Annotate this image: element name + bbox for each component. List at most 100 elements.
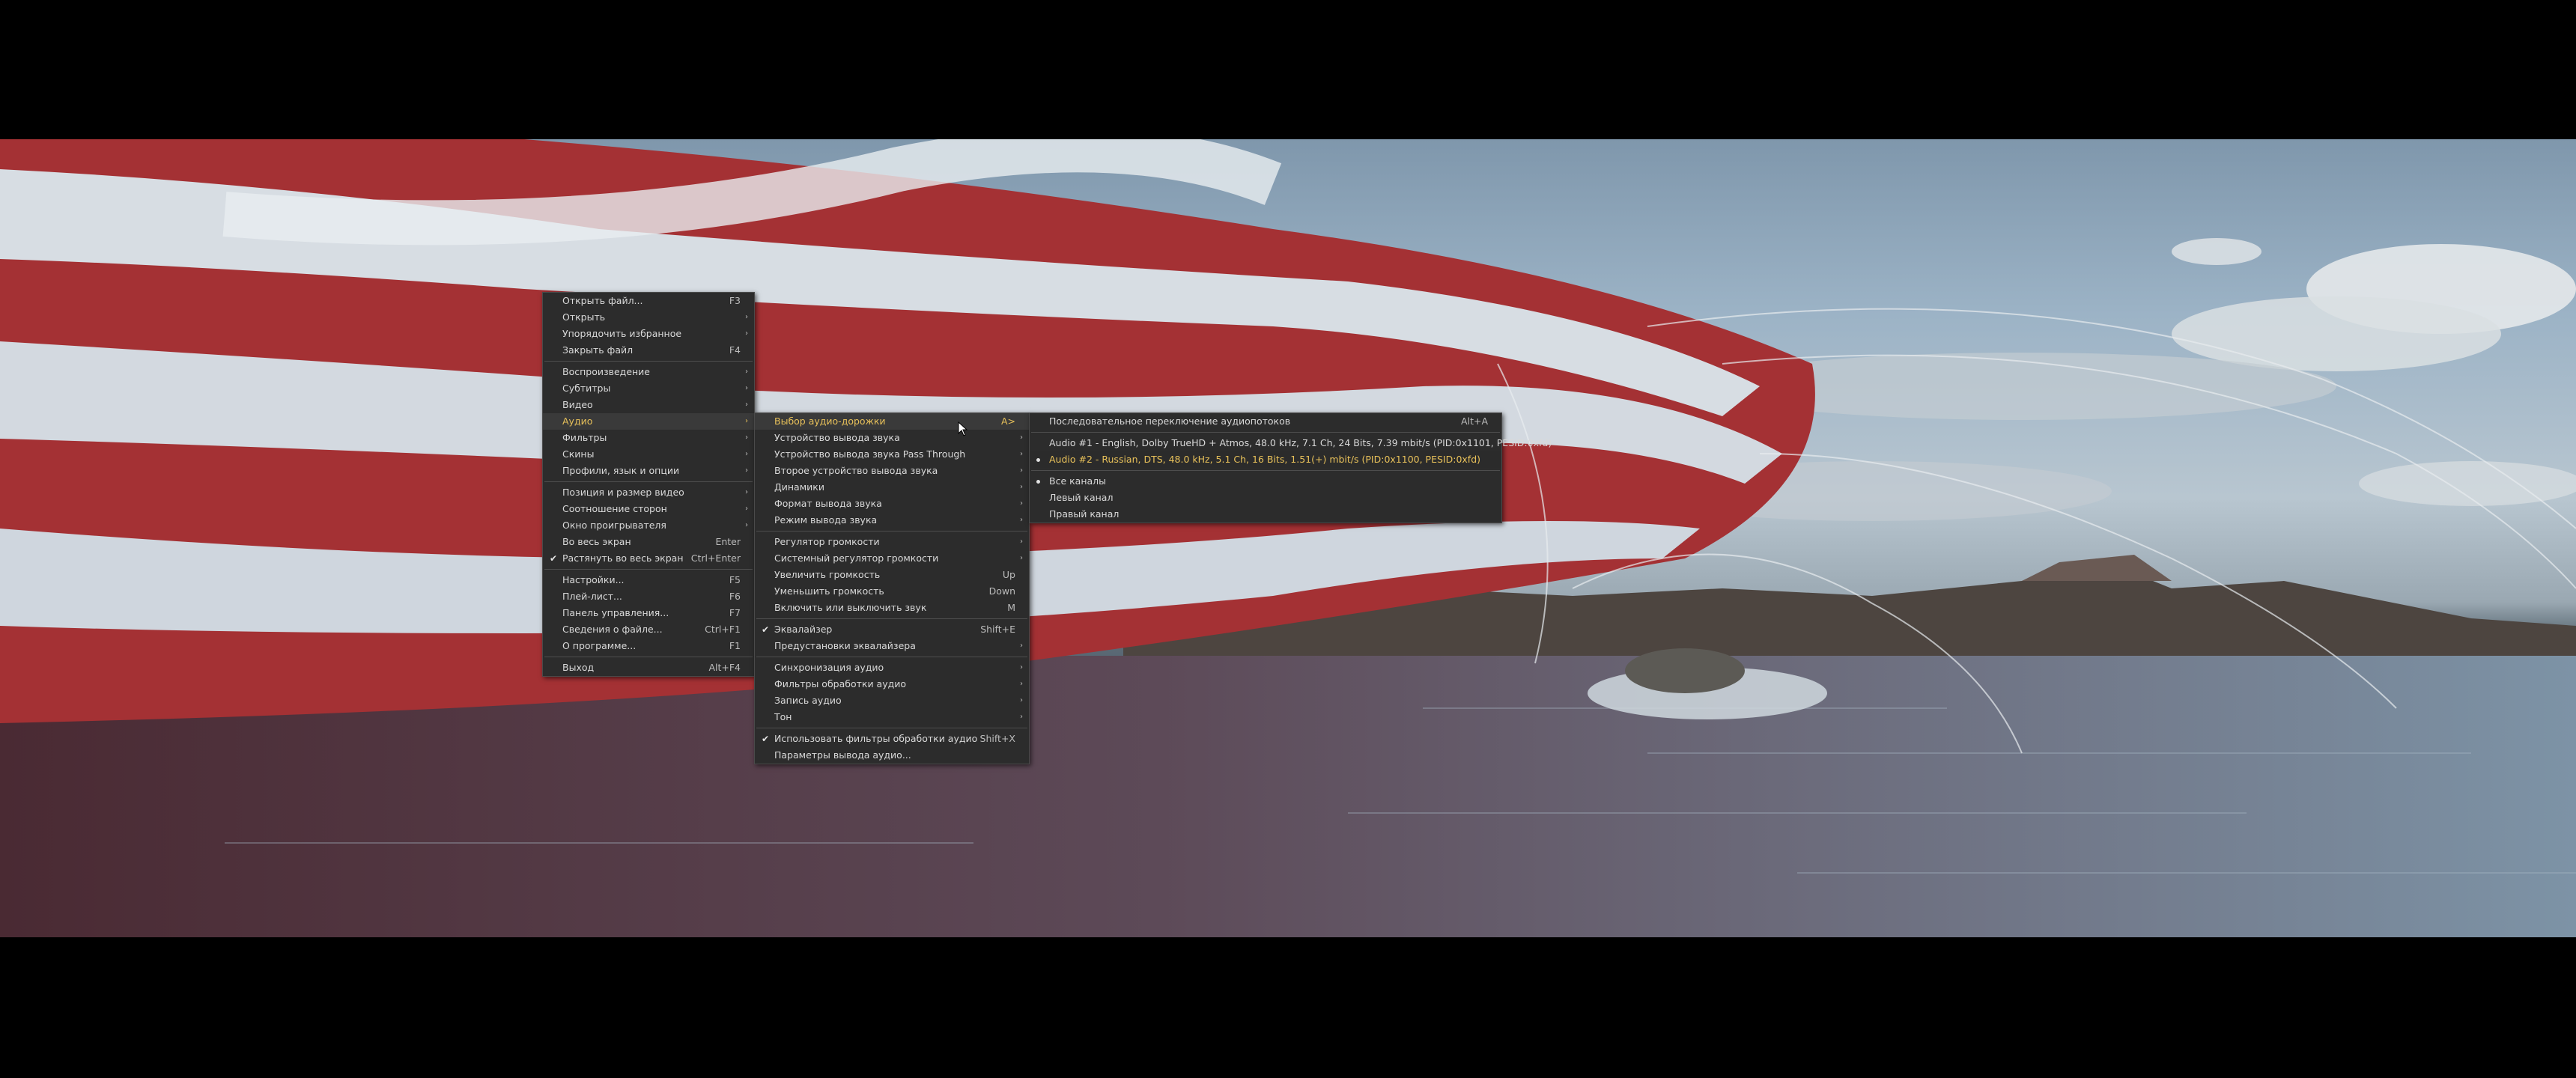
audio-menu-item[interactable]: ✔ Использовать фильтры обработки аудио Shi… (755, 731, 1029, 747)
main-menu-item-shortcut: F4 (729, 344, 741, 356)
track-menu-item[interactable]: Audio #1 - English, Dolby TrueHD + Atmos… (1030, 435, 1552, 451)
main-menu-item-label: Во весь экран (562, 536, 631, 547)
audio-menu-item[interactable]: Системный регулятор громкости › (755, 550, 1029, 567)
main-menu-item-label: О программе... (562, 640, 637, 651)
main-menu-item[interactable]: Закрыть файл F4 (543, 342, 754, 359)
main-menu-separator (544, 481, 753, 482)
audio-menu-item[interactable]: Устройство вывода звука Pass Through › (755, 446, 1029, 463)
main-menu-item[interactable]: Плей-лист... F6 (543, 588, 754, 605)
submenu-arrow-icon: › (745, 521, 748, 529)
audio-menu-item[interactable]: Увеличить громкость Up (755, 567, 1029, 583)
audio-menu-item[interactable]: Предустановки эквалайзера › (755, 638, 1029, 654)
submenu-arrow-icon: › (1020, 499, 1023, 508)
main-menu-item[interactable]: Окно проигрывателя › (543, 517, 754, 534)
audio-menu-item[interactable]: Фильтры обработки аудио › (755, 676, 1029, 692)
audio-menu-item[interactable]: Режим вывода звука › (755, 512, 1029, 529)
main-menu-item[interactable]: Настройки... F5 (543, 572, 754, 588)
main-menu-item-label: Аудио (562, 415, 593, 427)
checkmark-icon: ✔ (550, 553, 558, 564)
main-menu-item[interactable]: Аудио › (543, 413, 754, 430)
audio-menu-item[interactable]: Динамики › (755, 479, 1029, 496)
audio-menu-item-label: Регулятор громкости (774, 536, 880, 547)
main-menu-item[interactable]: Скины › (543, 446, 754, 463)
audio-menu-item[interactable]: Формат вывода звука › (755, 496, 1029, 512)
main-menu-item-shortcut: Ctrl+Enter (690, 552, 741, 564)
main-menu-item[interactable]: Открыть › (543, 309, 754, 326)
main-menu-item[interactable]: Воспроизведение › (543, 364, 754, 380)
audio-menu-item-label: Синхронизация аудио (774, 662, 884, 673)
track-menu-item-shortcut: Alt+A (1461, 415, 1488, 427)
main-menu-item[interactable]: Видео › (543, 397, 754, 413)
track-menu-item[interactable]: Все каналы (1030, 473, 1501, 490)
audio-menu-item[interactable]: Синхронизация аудио › (755, 660, 1029, 676)
main-menu-separator (544, 361, 753, 362)
audio-submenu: Выбор аудио-дорожки A> Устройство вывода з… (754, 412, 1030, 764)
main-menu-item[interactable]: Открыть файл... F3 (543, 293, 754, 309)
main-menu-item-label: Растянуть во весь экран (562, 552, 684, 564)
track-menu-item[interactable]: Последовательное переключение аудиопоток… (1030, 413, 1501, 430)
submenu-arrow-icon: › (1020, 554, 1023, 562)
audio-menu-item-shortcut: A> (1000, 415, 1015, 427)
audio-menu-item[interactable]: Уменьшить громкость Down (755, 583, 1029, 600)
main-menu-item-label: Открыть файл... (562, 295, 643, 306)
main-menu-item-shortcut: F6 (729, 591, 741, 602)
main-menu-item-shortcut: F7 (729, 607, 741, 618)
audio-menu-item[interactable]: Тон › (755, 709, 1029, 725)
main-menu-item-label: Выход (562, 662, 595, 673)
main-menu-item[interactable]: Профили, язык и опции › (543, 463, 754, 479)
audio-menu-item-label: Режим вывода звука (774, 514, 878, 526)
audio-menu-item[interactable]: Запись аудио › (755, 692, 1029, 709)
main-menu-item-label: Сведения о файле... (562, 624, 663, 635)
main-menu-item-label: Скины (562, 448, 595, 460)
track-menu-item-label: Audio #2 - Russian, DTS, 48.0 kHz, 5.1 C… (1049, 454, 1481, 465)
audio-menu-item-label: Эквалайзер (774, 624, 833, 635)
main-menu-item-label: Настройки... (562, 574, 625, 585)
audio-menu-item[interactable]: Регулятор громкости › (755, 534, 1029, 550)
audio-menu-item[interactable]: Включить или выключить звук M (755, 600, 1029, 616)
main-menu-item-label: Воспроизведение (562, 366, 650, 377)
main-menu-item[interactable]: Фильтры › (543, 430, 754, 446)
audio-menu-item[interactable]: Выбор аудио-дорожки A> (755, 413, 1029, 430)
audio-menu-item-label: Динамики (774, 481, 824, 493)
main-menu-item[interactable]: Панель управления... F7 (543, 605, 754, 621)
audio-menu-item[interactable]: Параметры вывода аудио... (755, 747, 1029, 764)
main-menu-item-shortcut: F3 (729, 295, 741, 306)
main-menu-item[interactable]: О программе... F1 (543, 638, 754, 654)
main-menu-item[interactable]: Во весь экран Enter (543, 534, 754, 550)
main-menu-item-shortcut: F5 (729, 574, 741, 585)
main-menu-item-label: Соотношение сторон (562, 503, 667, 514)
main-menu-item[interactable]: Выход Alt+F4 (543, 660, 754, 676)
main-menu-item-label: Открыть (562, 311, 606, 323)
audio-menu-item[interactable]: Устройство вывода звука › (755, 430, 1029, 446)
audio-track-submenu: Последовательное переключение аудиопоток… (1029, 412, 1552, 523)
track-menu-item-label: Последовательное переключение аудиопоток… (1049, 415, 1291, 427)
main-menu-item[interactable]: ✔ Растянуть во весь экран Ctrl+Enter (543, 550, 754, 567)
submenu-arrow-icon: › (1020, 538, 1023, 546)
track-menu-item[interactable]: Audio #2 - Russian, DTS, 48.0 kHz, 5.1 C… (1030, 451, 1501, 468)
submenu-arrow-icon: › (1020, 663, 1023, 672)
video-frame[interactable] (0, 139, 2576, 937)
main-menu-item[interactable]: Сведения о файле... Ctrl+F1 (543, 621, 754, 638)
audio-menu-separator (756, 531, 1027, 532)
main-menu-item-label: Плей-лист... (562, 591, 622, 602)
submenu-arrow-icon: › (1020, 483, 1023, 491)
audio-menu-item[interactable]: Второе устройство вывода звука › (755, 463, 1029, 479)
main-menu-item[interactable]: Упорядочить избранное › (543, 326, 754, 342)
track-menu-item[interactable]: Левый канал (1030, 490, 1501, 506)
main-menu-item[interactable]: Соотношение сторон › (543, 501, 754, 517)
submenu-arrow-icon: › (1020, 450, 1023, 458)
audio-menu-item[interactable]: ✔ Эквалайзер Shift+E (755, 621, 1029, 638)
track-menu-separator (1031, 432, 1500, 433)
audio-menu-item-shortcut: Shift+E (980, 624, 1015, 635)
track-menu-item[interactable]: Правый канал (1030, 506, 1501, 523)
submenu-arrow-icon: › (745, 488, 748, 496)
track-menu-item-label: Audio #1 - English, Dolby TrueHD + Atmos… (1049, 437, 1552, 448)
main-menu-item[interactable]: Субтитры › (543, 380, 754, 397)
audio-menu-item-label: Параметры вывода аудио... (774, 749, 911, 761)
track-menu-item-label: Правый канал (1049, 508, 1120, 520)
main-menu-item[interactable]: Позиция и размер видео › (543, 484, 754, 501)
checkmark-icon: ✔ (762, 624, 770, 635)
audio-menu-item-label: Устройство вывода звука Pass Through (774, 448, 966, 460)
submenu-arrow-icon: › (745, 329, 748, 338)
main-menu-item-label: Видео (562, 399, 593, 410)
